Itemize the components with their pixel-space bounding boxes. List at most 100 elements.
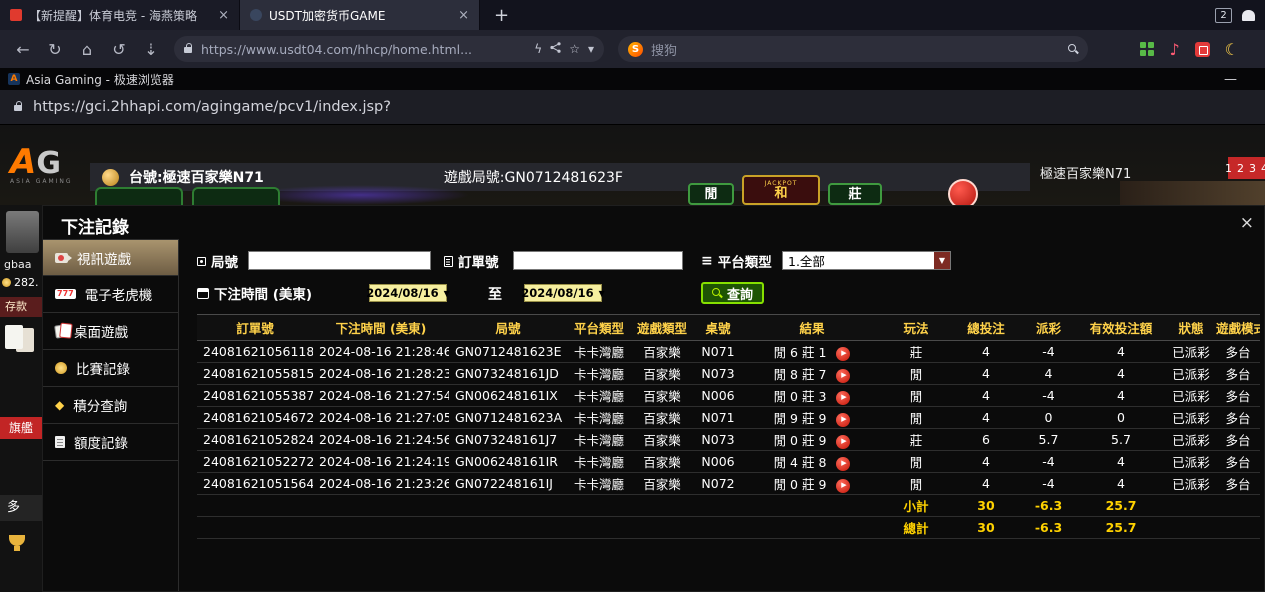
order-number-input[interactable] [513,251,683,270]
minimize-button[interactable]: — [1224,72,1257,87]
sogou-logo-icon: S [628,42,643,57]
tab-count-badge[interactable]: 2 [1215,8,1232,23]
dropdown-arrow-icon[interactable]: ▼ [934,252,950,269]
cell-time: 2024-08-16 21:27:05 [313,407,449,429]
replay-button[interactable]: ▶ [836,391,850,405]
download-icon[interactable]: ⇣ [142,40,160,59]
cell-round: GN006248161IR [449,451,567,473]
tab-sports[interactable]: 【新提醒】体育电竞 - 海燕策略 × [0,0,240,30]
round-number-input[interactable] [248,251,431,270]
cell-status: 已派彩 [1166,473,1216,495]
platform-type-label: ≡ 平台類型 [701,251,772,271]
column-header: 總投注 [951,315,1021,341]
replay-button[interactable]: ▶ [836,347,850,361]
column-header: 遊戲類型 [631,315,693,341]
cell-game: 百家樂 [631,385,693,407]
url-text[interactable]: https://www.usdt04.com/hhcp/home.html... [201,42,526,57]
bet-panel[interactable] [192,187,280,205]
undo-icon[interactable]: ↺ [110,40,128,59]
sidebar-item-slots[interactable]: 電子老虎機 [43,276,178,313]
sidebar-item-match-records[interactable]: 比賽記錄 [43,350,178,387]
close-icon[interactable]: × [218,8,229,23]
table-row: 2408162105156492024-08-16 21:23:26GN0722… [197,473,1260,495]
replay-button[interactable]: ▶ [836,479,850,493]
night-mode-icon[interactable]: ☾ [1225,40,1239,59]
date-to-picker[interactable]: 2024/08/16 ▼ [524,284,602,302]
browser-nav-bar: ← ↻ ⌂ ↺ ⇣ https://www.usdt04.com/hhcp/ho… [0,30,1265,68]
app-url-text[interactable]: https://gci.2hhapi.com/agingame/pcv1/ind… [33,99,391,115]
refresh-icon[interactable]: ↻ [46,40,64,59]
cell-payout: -4 [1021,385,1076,407]
music-icon[interactable]: ♪ [1169,40,1179,59]
cell-time: 2024-08-16 21:23:26 [313,473,449,495]
search-bar[interactable]: S 搜狗 [618,36,1088,62]
cell-round: GN073248161JD [449,363,567,385]
summary-payout: -6.3 [1021,517,1076,539]
bet-banker-button[interactable]: 莊 [828,183,882,205]
replay-button[interactable]: ▶ [836,413,850,427]
cell-play: 莊 [881,429,951,451]
trophy-icon [9,535,25,546]
query-button[interactable]: 查詢 [701,282,764,304]
bet-records-table: 訂單號下注時間 (美東)局號平台類型遊戲類型桌號結果玩法總投注派彩有效投注額狀態… [197,314,1260,539]
date-from-value: 2024/08/16 [366,286,438,300]
accelerator-icon[interactable]: ϟ [534,42,542,56]
sidebar-item-table-games[interactable]: 桌面遊戲 [43,313,178,350]
search-icon [712,288,722,298]
summary-total: 30 [951,517,1021,539]
bet-panel[interactable] [95,187,183,205]
apps-grid-icon[interactable] [1140,42,1154,56]
cell-table_no: N071 [693,407,743,429]
search-engine-label[interactable]: 搜狗 [651,40,1060,59]
cell-payout: 4 [1021,363,1076,385]
lobby-side-strip: gbaa 282. 存款 旗艦 多 [0,205,42,592]
cell-status: 已派彩 [1166,363,1216,385]
new-tab-button[interactable]: + [494,5,509,26]
address-bar[interactable]: https://www.usdt04.com/hhcp/home.html...… [174,36,604,62]
cell-round: GN073248161J7 [449,429,567,451]
jackpot-tie-button[interactable]: JACKPOT 和 [742,175,820,205]
cell-valid: 4 [1076,385,1166,407]
sidebar-item-label: 額度記錄 [74,432,128,452]
cell-result: 閒 6 莊 1 ▶ [743,341,881,363]
close-icon[interactable]: × [458,8,469,23]
chevron-down-icon[interactable]: ▾ [588,42,594,56]
cell-mode: 多台 [1216,363,1260,385]
app-address-bar[interactable]: https://gci.2hhapi.com/agingame/pcv1/ind… [0,90,1265,125]
tab-usdt-game[interactable]: USDT加密货币GAME × [240,0,480,30]
play-icon: ▶ [841,482,846,489]
table-row: 2408162105282462024-08-16 21:24:56GN0732… [197,429,1260,451]
cell-valid: 4 [1076,341,1166,363]
flagship-button[interactable]: 旗艦 [0,417,42,439]
cell-platform: 卡卡灣廳 [567,407,631,429]
sidebar-item-credit-records[interactable]: 額度記錄 [43,424,178,461]
multi-table-tab[interactable]: 多 [0,495,42,521]
back-icon[interactable]: ← [14,40,32,59]
replay-button[interactable]: ▶ [836,369,850,383]
bookmark-star-icon[interactable]: ☆ [569,42,580,56]
home-icon[interactable]: ⌂ [78,40,96,59]
promo-badge-icon[interactable] [948,179,978,205]
replay-button[interactable]: ▶ [836,435,850,449]
browser-menu-icon[interactable] [1242,10,1255,21]
column-header: 派彩 [1021,315,1076,341]
red-app-icon[interactable] [1195,42,1210,57]
summary-valid: 25.7 [1076,495,1166,517]
search-icon[interactable] [1068,44,1078,54]
bet-player-button[interactable]: 閒 [688,183,734,205]
bet-table-head: 訂單號下注時間 (美東)局號平台類型遊戲類型桌號結果玩法總投注派彩有效投注額狀態… [197,315,1260,341]
close-icon[interactable]: × [1240,213,1254,233]
cell-valid: 4 [1076,451,1166,473]
sidebar-item-video-games[interactable]: 視訊遊戲 [43,239,178,276]
deposit-button[interactable]: 存款 [0,297,42,317]
date-from-picker[interactable]: 2024/08/16 ▼ [369,284,447,302]
share-icon[interactable] [550,42,561,56]
cell-table_no: N072 [693,473,743,495]
replay-button[interactable]: ▶ [836,457,850,471]
platform-type-select[interactable]: 1.全部 ▼ [782,251,951,270]
date-to-value: 2024/08/16 [521,286,593,300]
result-text: 閒 6 莊 1 [774,345,827,360]
table-row: 2408162105581512024-08-16 21:28:23GN0732… [197,363,1260,385]
sidebar-item-points-query[interactable]: 積分查詢 [43,387,178,424]
cell-mode: 多台 [1216,385,1260,407]
